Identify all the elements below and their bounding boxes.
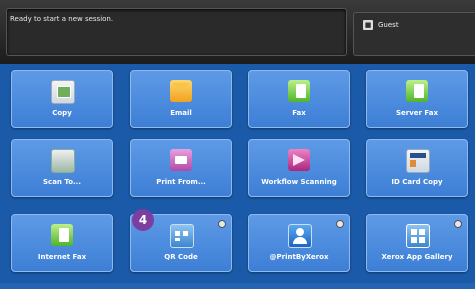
tile-label: Xerox App Gallery (381, 253, 453, 261)
app-gallery-icon (406, 224, 430, 248)
scanner-icon (51, 149, 75, 173)
tile-label: Fax (292, 109, 306, 117)
fax-app-tile[interactable]: Fax (248, 70, 350, 128)
server-fax-icon (406, 80, 428, 102)
top-bar: Ready to start a new session. ■ Guest (0, 0, 475, 64)
workflow-scanning-app-tile[interactable]: Workflow Scanning (248, 139, 350, 197)
internet-fax-icon (51, 224, 73, 246)
print-from-app-tile[interactable]: Print From... (130, 139, 232, 197)
tile-label: Scan To... (43, 178, 81, 186)
lock-icon (218, 220, 226, 228)
user-icon: ■ (363, 20, 373, 30)
email-app-tile[interactable]: Email (130, 70, 232, 128)
tile-label: @PrintByXerox (269, 253, 329, 261)
tile-label: Server Fax (395, 109, 439, 117)
fax-icon (288, 80, 310, 102)
bottom-bar (0, 283, 475, 289)
xerox-app-gallery-tile[interactable]: Xerox App Gallery (366, 214, 468, 272)
printer-icon (170, 149, 192, 171)
tile-label: Internet Fax (37, 253, 87, 261)
server-fax-app-tile[interactable]: Server Fax (366, 70, 468, 128)
app-panel: Copy Email Fax Server Fax Scan To... Pri… (0, 64, 475, 289)
tile-label: QR Code (164, 253, 198, 261)
copy-icon (51, 80, 75, 104)
email-icon (170, 80, 192, 102)
lock-icon (336, 220, 344, 228)
internet-fax-app-tile[interactable]: Internet Fax (11, 214, 113, 272)
tile-label: ID Card Copy (391, 178, 443, 186)
copy-app-tile[interactable]: Copy (11, 70, 113, 128)
tile-label: Print From... (156, 178, 206, 186)
id-card-copy-app-tile[interactable]: ID Card Copy (366, 139, 468, 197)
scan-to-app-tile[interactable]: Scan To... (11, 139, 113, 197)
status-text: Ready to start a new session. (10, 15, 114, 23)
printbyxerox-app-tile[interactable]: @PrintByXerox (248, 214, 350, 272)
tile-label: Copy (52, 109, 72, 117)
status-message-area: Ready to start a new session. (6, 8, 347, 56)
user-name: Guest (378, 21, 399, 29)
workflow-icon (288, 149, 310, 171)
tile-label: Email (170, 109, 192, 117)
person-icon (288, 224, 312, 248)
step-number-badge: 4 (132, 209, 154, 231)
tile-label: Workflow Scanning (261, 178, 337, 186)
id-card-icon (406, 149, 430, 173)
user-login-button[interactable]: ■ Guest (353, 12, 475, 56)
qr-code-icon (170, 224, 194, 248)
lock-icon (454, 220, 462, 228)
